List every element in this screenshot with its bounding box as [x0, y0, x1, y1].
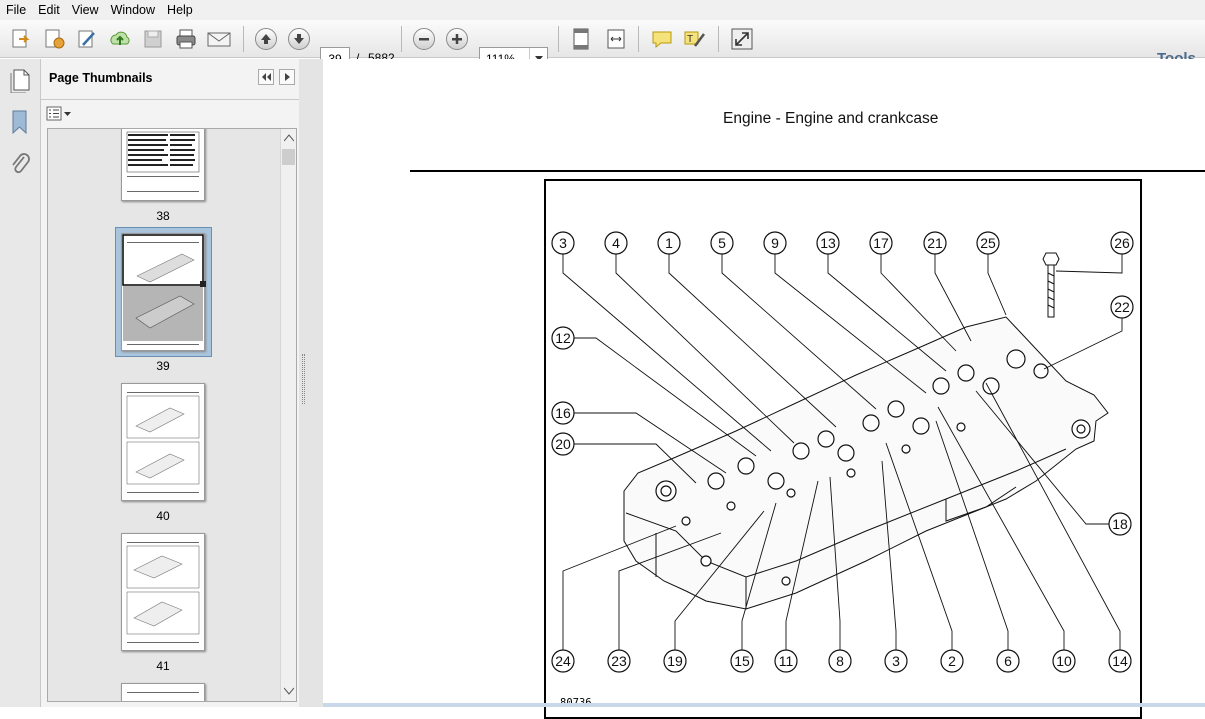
toolbar-separator	[243, 26, 244, 52]
panel-title: Page Thumbnails	[49, 71, 153, 85]
callout-label: 16	[555, 405, 571, 421]
menu-bar: File Edit View Window Help	[0, 0, 1205, 20]
splitter-grip[interactable]	[302, 354, 305, 404]
fit-page-icon[interactable]	[568, 26, 594, 52]
callout-label: 14	[1112, 653, 1128, 669]
fit-width-icon[interactable]	[603, 26, 629, 52]
thumbnail-options	[41, 100, 299, 128]
zoom-in-button[interactable]	[444, 26, 470, 52]
navigation-strip	[0, 59, 41, 707]
callout-label: 17	[873, 235, 889, 251]
comment-icon[interactable]	[649, 26, 675, 52]
edit-pdf-icon[interactable]	[74, 26, 100, 52]
zoom-out-button[interactable]	[411, 26, 437, 52]
callout-label: 25	[980, 235, 996, 251]
menu-edit[interactable]: Edit	[32, 0, 66, 20]
thumbnail-label: 38	[156, 209, 170, 223]
toolbar-separator	[401, 26, 402, 52]
callout-label: 1	[665, 235, 673, 251]
toolbar: 39 / 5882 111% T Tools	[0, 20, 1205, 71]
callout-label: 21	[927, 235, 943, 251]
callout-label: 8	[836, 653, 844, 669]
title-rule	[410, 170, 1205, 172]
toolbar-separator	[718, 26, 719, 52]
scroll-up-icon[interactable]	[284, 134, 294, 142]
thumbnail-page[interactable]	[121, 383, 205, 501]
upload-cloud-icon[interactable]	[107, 26, 133, 52]
thumbnails-panel: Page Thumbnails 38 39 40 41	[41, 59, 299, 707]
open-file-icon[interactable]	[41, 26, 67, 52]
options-menu-icon[interactable]	[46, 106, 72, 123]
callout-label: 5	[718, 235, 726, 251]
expand-panel-button[interactable]	[279, 69, 295, 85]
thumbnails-header: Page Thumbnails	[41, 59, 299, 100]
cylinder-head-drawing: 3 4 1 5 9 13 17 21 25 26 12 16 20 22 18 …	[551, 231, 1134, 673]
document-page: Engine - Engine and crankcase 3 4 1 5 9 …	[323, 59, 1205, 719]
status-strip	[323, 703, 1205, 707]
scroll-down-icon[interactable]	[284, 687, 294, 695]
collapse-panel-button[interactable]	[258, 69, 274, 85]
bookmarks-icon[interactable]	[9, 109, 31, 138]
thumbnail-label: 41	[156, 659, 170, 673]
callout-label: 4	[612, 235, 620, 251]
document-viewport: Engine - Engine and crankcase 3 4 1 5 9 …	[323, 59, 1205, 719]
callout-label: 3	[559, 235, 567, 251]
highlight-text-icon[interactable]: T	[682, 26, 708, 52]
menu-file[interactable]: File	[0, 0, 32, 20]
svg-text:T: T	[687, 34, 693, 45]
email-icon[interactable]	[206, 26, 232, 52]
toolbar-separator	[558, 26, 559, 52]
callout-label: 22	[1114, 299, 1130, 315]
thumbnail-label: 40	[156, 509, 170, 523]
thumbnail-scrollbar[interactable]	[280, 129, 296, 701]
scroll-thumb[interactable]	[282, 149, 295, 165]
thumbnail-page[interactable]	[121, 533, 205, 651]
create-pdf-icon[interactable]	[8, 26, 34, 52]
callout-label: 18	[1112, 516, 1128, 532]
callout-label: 23	[611, 653, 627, 669]
menu-view[interactable]: View	[66, 0, 105, 20]
callout-label: 13	[820, 235, 836, 251]
panel-splitter[interactable]	[299, 59, 323, 707]
callout-label: 6	[1004, 653, 1012, 669]
callout-label: 12	[555, 330, 571, 346]
full-screen-icon[interactable]	[729, 26, 755, 52]
attachments-icon[interactable]	[9, 151, 31, 180]
page-title: Engine - Engine and crankcase	[723, 110, 939, 127]
thumbnail-page-selected[interactable]	[121, 233, 206, 351]
callout-label: 10	[1056, 653, 1072, 669]
next-page-button[interactable]	[286, 26, 312, 52]
callout-label: 20	[555, 436, 571, 452]
thumbnail-page[interactable]	[121, 129, 205, 201]
save-icon[interactable]	[140, 26, 166, 52]
menu-window[interactable]: Window	[105, 0, 161, 20]
toolbar-separator	[638, 26, 639, 52]
menu-help[interactable]: Help	[161, 0, 199, 20]
callout-label: 15	[734, 653, 750, 669]
thumbnail-list: 38 39 40 41	[47, 128, 297, 702]
callout-label: 24	[555, 653, 571, 669]
thumbnail-label: 39	[156, 359, 170, 373]
callout-label: 11	[779, 653, 794, 669]
engine-figure: 3 4 1 5 9 13 17 21 25 26 12 16 20 22 18 …	[544, 179, 1142, 719]
callout-label: 19	[667, 653, 683, 669]
callout-label: 3	[892, 653, 900, 669]
callout-label: 9	[771, 235, 779, 251]
page-thumbnails-icon[interactable]	[8, 67, 32, 96]
thumbnail-page[interactable]	[121, 683, 205, 701]
callout-label: 26	[1114, 235, 1130, 251]
previous-page-button[interactable]	[253, 26, 279, 52]
resize-handle[interactable]	[200, 281, 206, 287]
print-icon[interactable]	[173, 26, 199, 52]
callout-label: 2	[948, 653, 956, 669]
